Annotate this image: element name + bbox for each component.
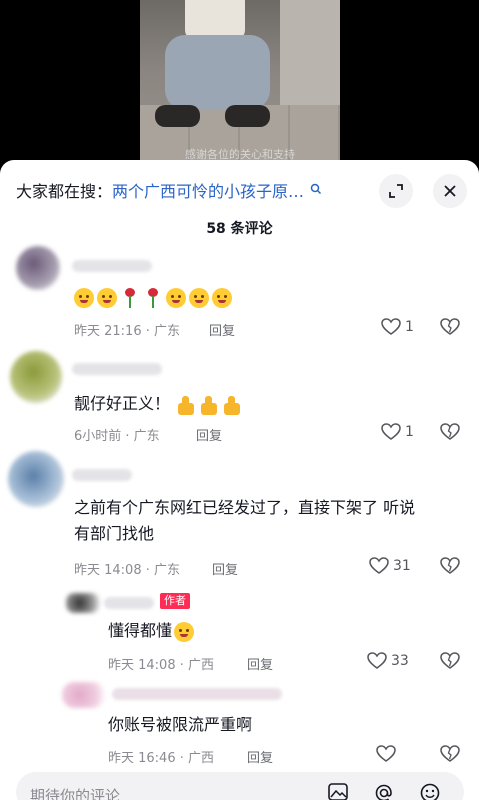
heart-icon	[381, 423, 401, 440]
broken-heart-icon	[440, 557, 460, 574]
username-blurred[interactable]	[112, 688, 282, 700]
reply-button[interactable]: 回复	[247, 747, 273, 766]
thumbs-up-icon	[176, 395, 196, 415]
image-icon[interactable]	[328, 783, 348, 800]
comment-meta: 昨天 14:08 · 广西	[108, 658, 214, 673]
thumbs-up-icon	[199, 395, 219, 415]
comment-text: 你账号被限流严重啊	[108, 715, 253, 734]
comment-meta: 昨天 14:08 · 广东	[74, 563, 180, 578]
reply-button[interactable]: 回复	[209, 320, 235, 339]
heart-icon	[376, 745, 396, 762]
avatar[interactable]	[66, 593, 100, 613]
dislike-button[interactable]	[440, 652, 460, 674]
comment-text-body: 靓仔好正义！	[74, 394, 171, 413]
like-button[interactable]: 1	[381, 423, 414, 441]
emoji-icon	[97, 287, 117, 308]
heart-icon	[367, 652, 387, 669]
rose-icon	[123, 287, 137, 308]
video-player[interactable]: 感谢各位的关心和支持	[0, 0, 479, 175]
username-blurred[interactable]	[104, 597, 154, 609]
heart-icon	[369, 557, 389, 574]
like-button[interactable]: 33	[367, 652, 409, 670]
dislike-button[interactable]	[440, 745, 460, 767]
dislike-button[interactable]	[440, 557, 460, 579]
comment-input[interactable]: 期待你的评论	[16, 772, 464, 800]
video-person-shoe-right	[225, 105, 270, 127]
avatar[interactable]	[62, 682, 106, 708]
like-button[interactable]: 1	[381, 318, 414, 336]
comment-meta: 昨天 16:46 · 广西	[108, 751, 214, 766]
reply-button[interactable]: 回复	[196, 425, 222, 444]
avatar[interactable]	[8, 451, 64, 507]
comment-text: 靓仔好正义！	[74, 391, 245, 417]
dislike-button[interactable]	[440, 423, 460, 445]
at-icon[interactable]	[374, 783, 394, 800]
expand-button[interactable]	[379, 174, 413, 208]
broken-heart-icon	[440, 745, 460, 762]
comment-meta: 昨天 21:16 · 广东	[74, 324, 180, 339]
comment-text-line: 有部门找他	[74, 524, 155, 543]
username-blurred[interactable]	[72, 260, 152, 272]
username-blurred[interactable]	[72, 469, 132, 481]
like-count: 1	[405, 319, 414, 335]
dislike-button[interactable]	[440, 318, 460, 340]
comment-text: 懂得都懂	[108, 618, 197, 644]
comment-text-body: 懂得都懂	[108, 621, 173, 640]
search-icon[interactable]	[310, 183, 326, 198]
like-button[interactable]: 31	[369, 557, 411, 575]
broken-heart-icon	[440, 652, 460, 669]
reply-button[interactable]: 回复	[212, 559, 238, 578]
emoji-icon	[189, 287, 209, 308]
video-person-jeans	[165, 35, 270, 110]
emoji-icon	[166, 287, 186, 308]
username-blurred[interactable]	[72, 363, 162, 375]
app-root: { "video": { "caption": "感谢各位的关心和支持" }, …	[0, 0, 479, 800]
comment-emoji-text	[74, 284, 235, 310]
like-button[interactable]	[376, 745, 400, 763]
emoji-icon[interactable]	[420, 783, 440, 800]
avatar[interactable]	[16, 246, 60, 290]
rose-icon	[146, 287, 160, 308]
close-icon	[444, 185, 456, 197]
heart-icon	[381, 318, 401, 335]
video-frame: 感谢各位的关心和支持	[140, 0, 340, 175]
search-term-link[interactable]: 两个广西可怜的小孩子原…	[112, 178, 304, 202]
search-suggestion[interactable]: 大家都在搜： 两个广西可怜的小孩子原…	[16, 174, 356, 206]
search-prefix: 大家都在搜：	[16, 182, 113, 201]
video-person-shirt	[185, 0, 245, 40]
comment-text: 之前有个广东网红已经发过了，直接下架了 听说 有部门找他	[74, 495, 469, 547]
reply-button[interactable]: 回复	[247, 654, 273, 673]
like-count: 31	[393, 558, 411, 574]
comment-input-placeholder: 期待你的评论	[30, 787, 121, 800]
comment-meta: 6小时前 · 广东	[74, 429, 160, 444]
emoji-icon	[212, 287, 232, 308]
expand-icon	[389, 184, 403, 198]
comment-text-line: 之前有个广东网红已经发过了，直接下架了 听说	[74, 498, 416, 517]
like-count: 33	[391, 653, 409, 669]
like-count: 1	[405, 424, 414, 440]
broken-heart-icon	[440, 423, 460, 440]
video-person-shoe-left	[155, 105, 200, 127]
comment-count: 58 条评论	[206, 221, 273, 237]
author-badge: 作者	[160, 593, 190, 609]
avatar[interactable]	[10, 351, 62, 403]
laugh-cry-emoji-icon	[174, 621, 195, 642]
thumbs-up-icon	[222, 395, 242, 415]
broken-heart-icon	[440, 318, 460, 335]
close-button[interactable]	[433, 174, 467, 208]
emoji-icon	[74, 287, 94, 308]
